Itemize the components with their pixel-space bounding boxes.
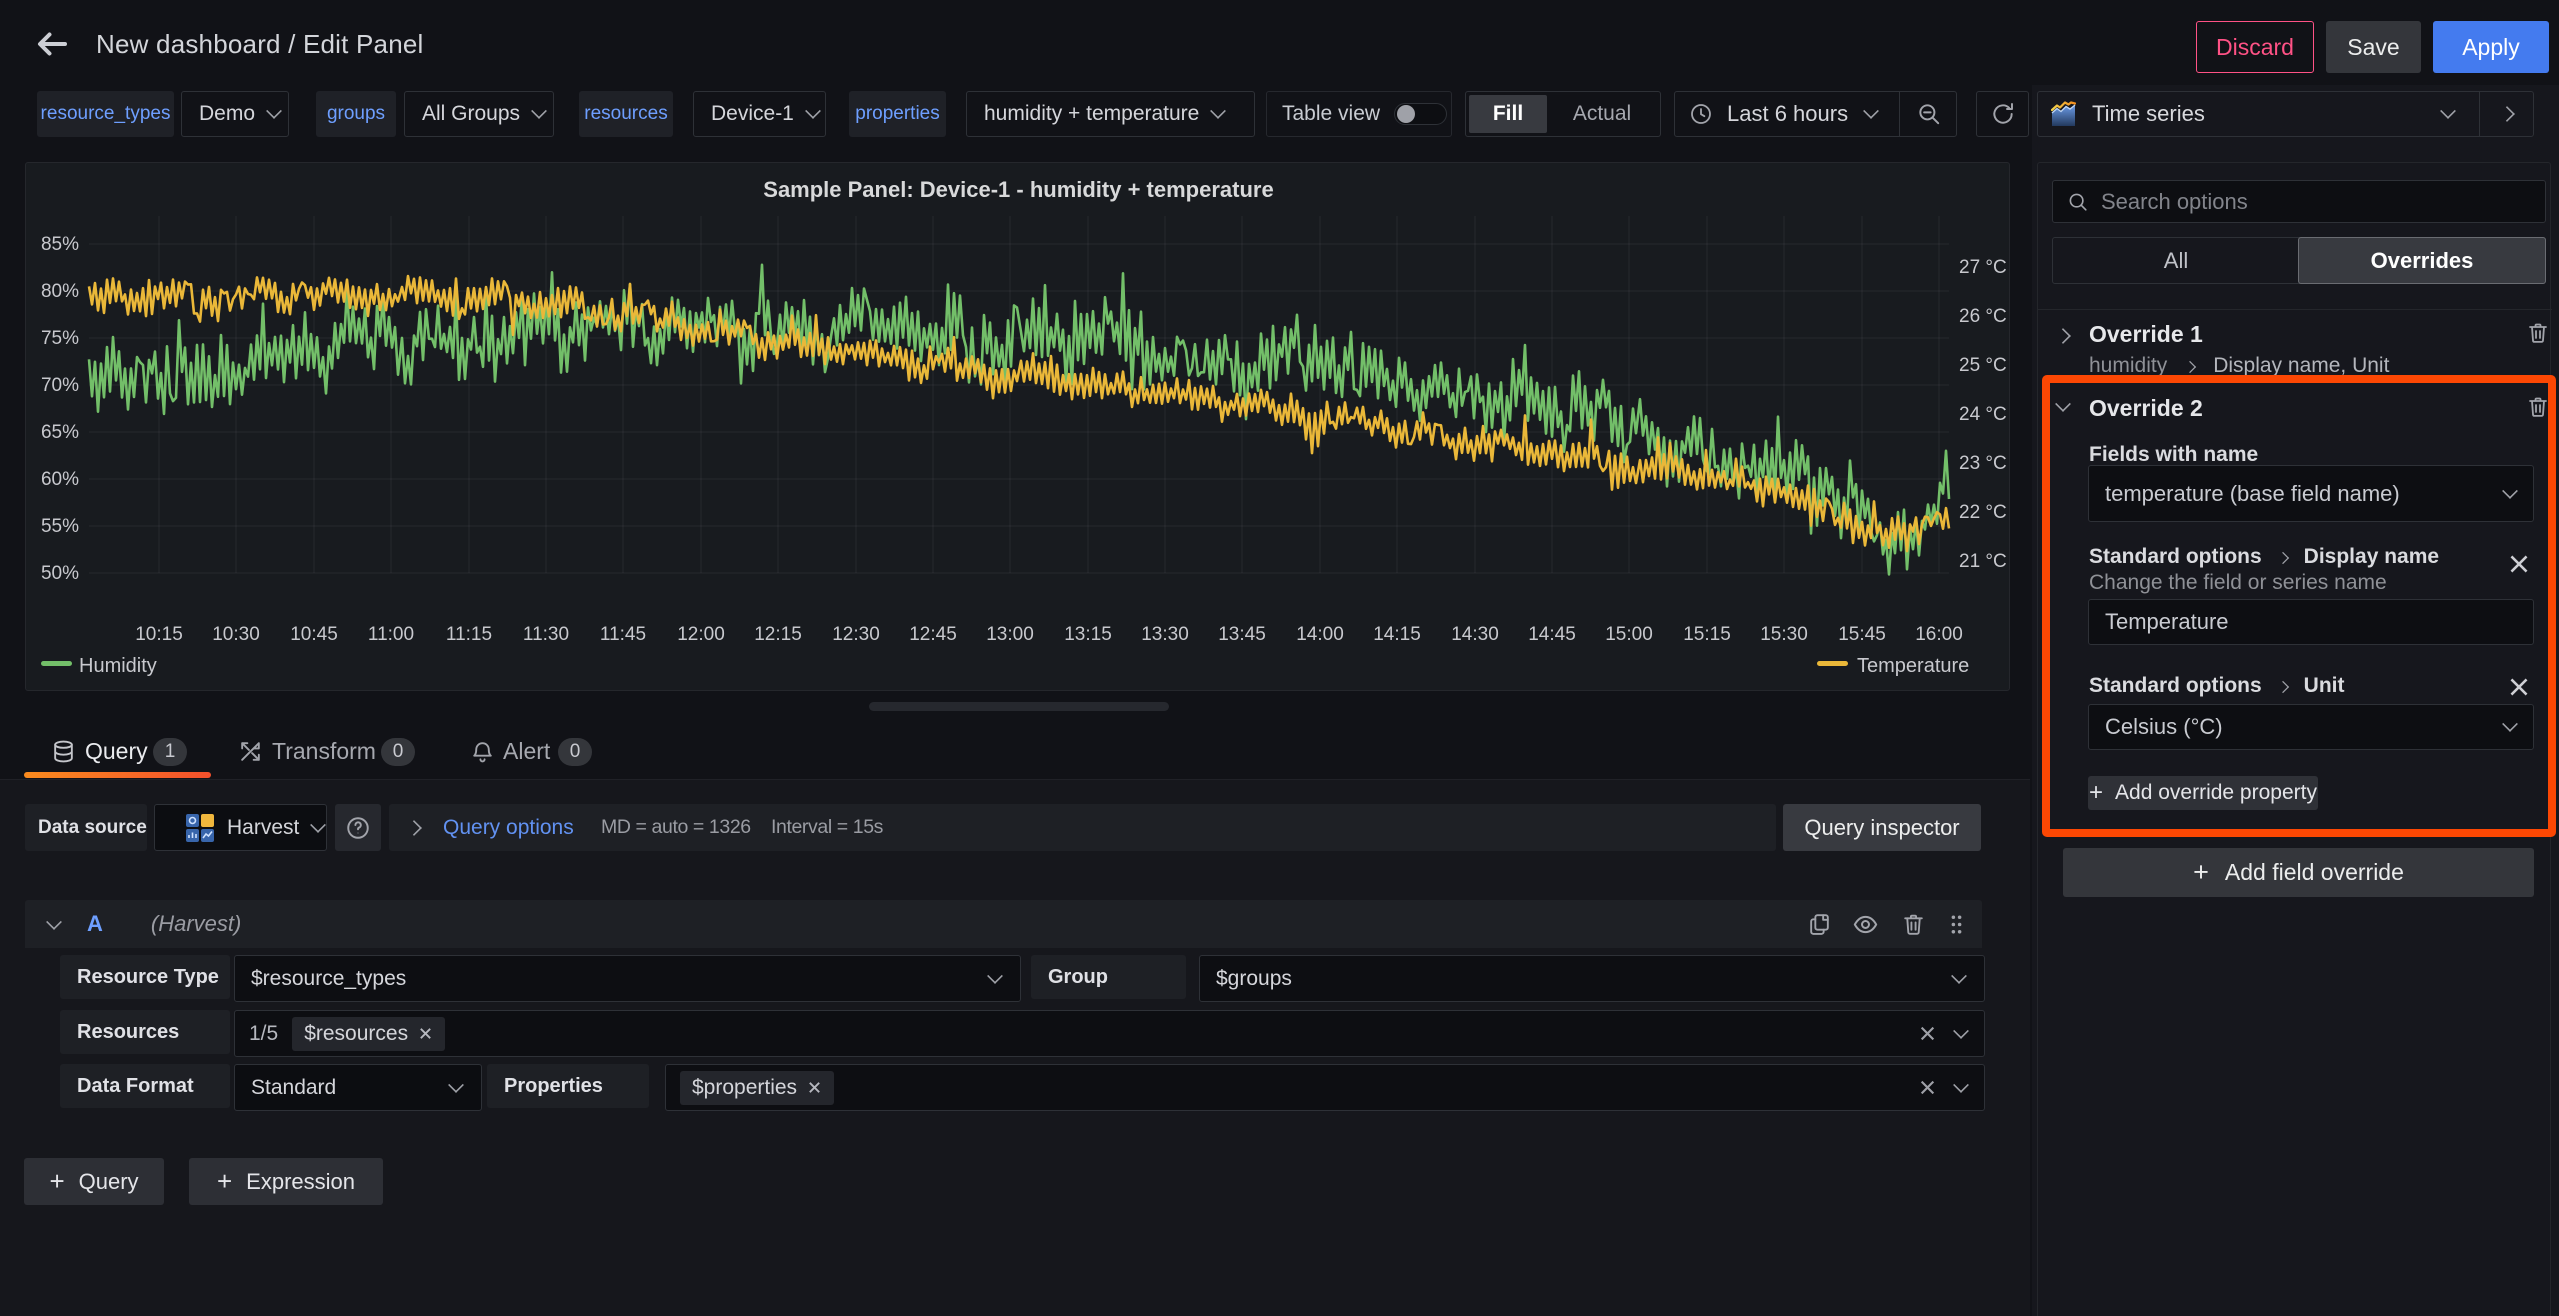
svg-text:14:00: 14:00 [1296, 624, 1344, 645]
svg-text:23 °C: 23 °C [1959, 453, 2007, 474]
svg-text:13:45: 13:45 [1218, 624, 1266, 645]
svg-text:14:30: 14:30 [1451, 624, 1499, 645]
svg-text:10:45: 10:45 [290, 624, 338, 645]
svg-text:16:00: 16:00 [1915, 624, 1963, 645]
svg-text:13:30: 13:30 [1141, 624, 1189, 645]
svg-text:15:45: 15:45 [1838, 624, 1886, 645]
svg-text:11:30: 11:30 [523, 624, 569, 645]
svg-text:65%: 65% [41, 422, 79, 443]
svg-text:Humidity: Humidity [79, 655, 157, 677]
svg-text:12:00: 12:00 [677, 624, 725, 645]
svg-text:15:00: 15:00 [1605, 624, 1653, 645]
svg-text:25 °C: 25 °C [1959, 355, 2007, 376]
svg-text:15:15: 15:15 [1683, 624, 1731, 645]
svg-text:22 °C: 22 °C [1959, 502, 2007, 523]
svg-text:60%: 60% [41, 469, 79, 490]
svg-text:10:30: 10:30 [212, 624, 260, 645]
svg-text:75%: 75% [41, 328, 79, 349]
svg-text:12:15: 12:15 [754, 624, 802, 645]
svg-text:15:30: 15:30 [1760, 624, 1808, 645]
svg-text:11:00: 11:00 [368, 624, 414, 645]
svg-text:80%: 80% [41, 281, 79, 302]
svg-text:55%: 55% [41, 516, 79, 537]
svg-text:24 °C: 24 °C [1959, 404, 2007, 425]
svg-text:10:15: 10:15 [135, 624, 183, 645]
svg-text:14:15: 14:15 [1373, 624, 1421, 645]
svg-text:26 °C: 26 °C [1959, 306, 2007, 327]
svg-text:27 °C: 27 °C [1959, 257, 2007, 278]
svg-text:85%: 85% [41, 234, 79, 255]
svg-text:12:30: 12:30 [832, 624, 880, 645]
svg-text:11:15: 11:15 [446, 624, 492, 645]
svg-text:14:45: 14:45 [1528, 624, 1576, 645]
svg-text:Temperature: Temperature [1857, 655, 1969, 677]
svg-text:13:00: 13:00 [986, 624, 1034, 645]
svg-text:21 °C: 21 °C [1959, 551, 2007, 572]
svg-text:70%: 70% [41, 375, 79, 396]
svg-text:50%: 50% [41, 563, 79, 584]
svg-text:11:45: 11:45 [600, 624, 646, 645]
svg-text:13:15: 13:15 [1064, 624, 1112, 645]
svg-text:12:45: 12:45 [909, 624, 957, 645]
